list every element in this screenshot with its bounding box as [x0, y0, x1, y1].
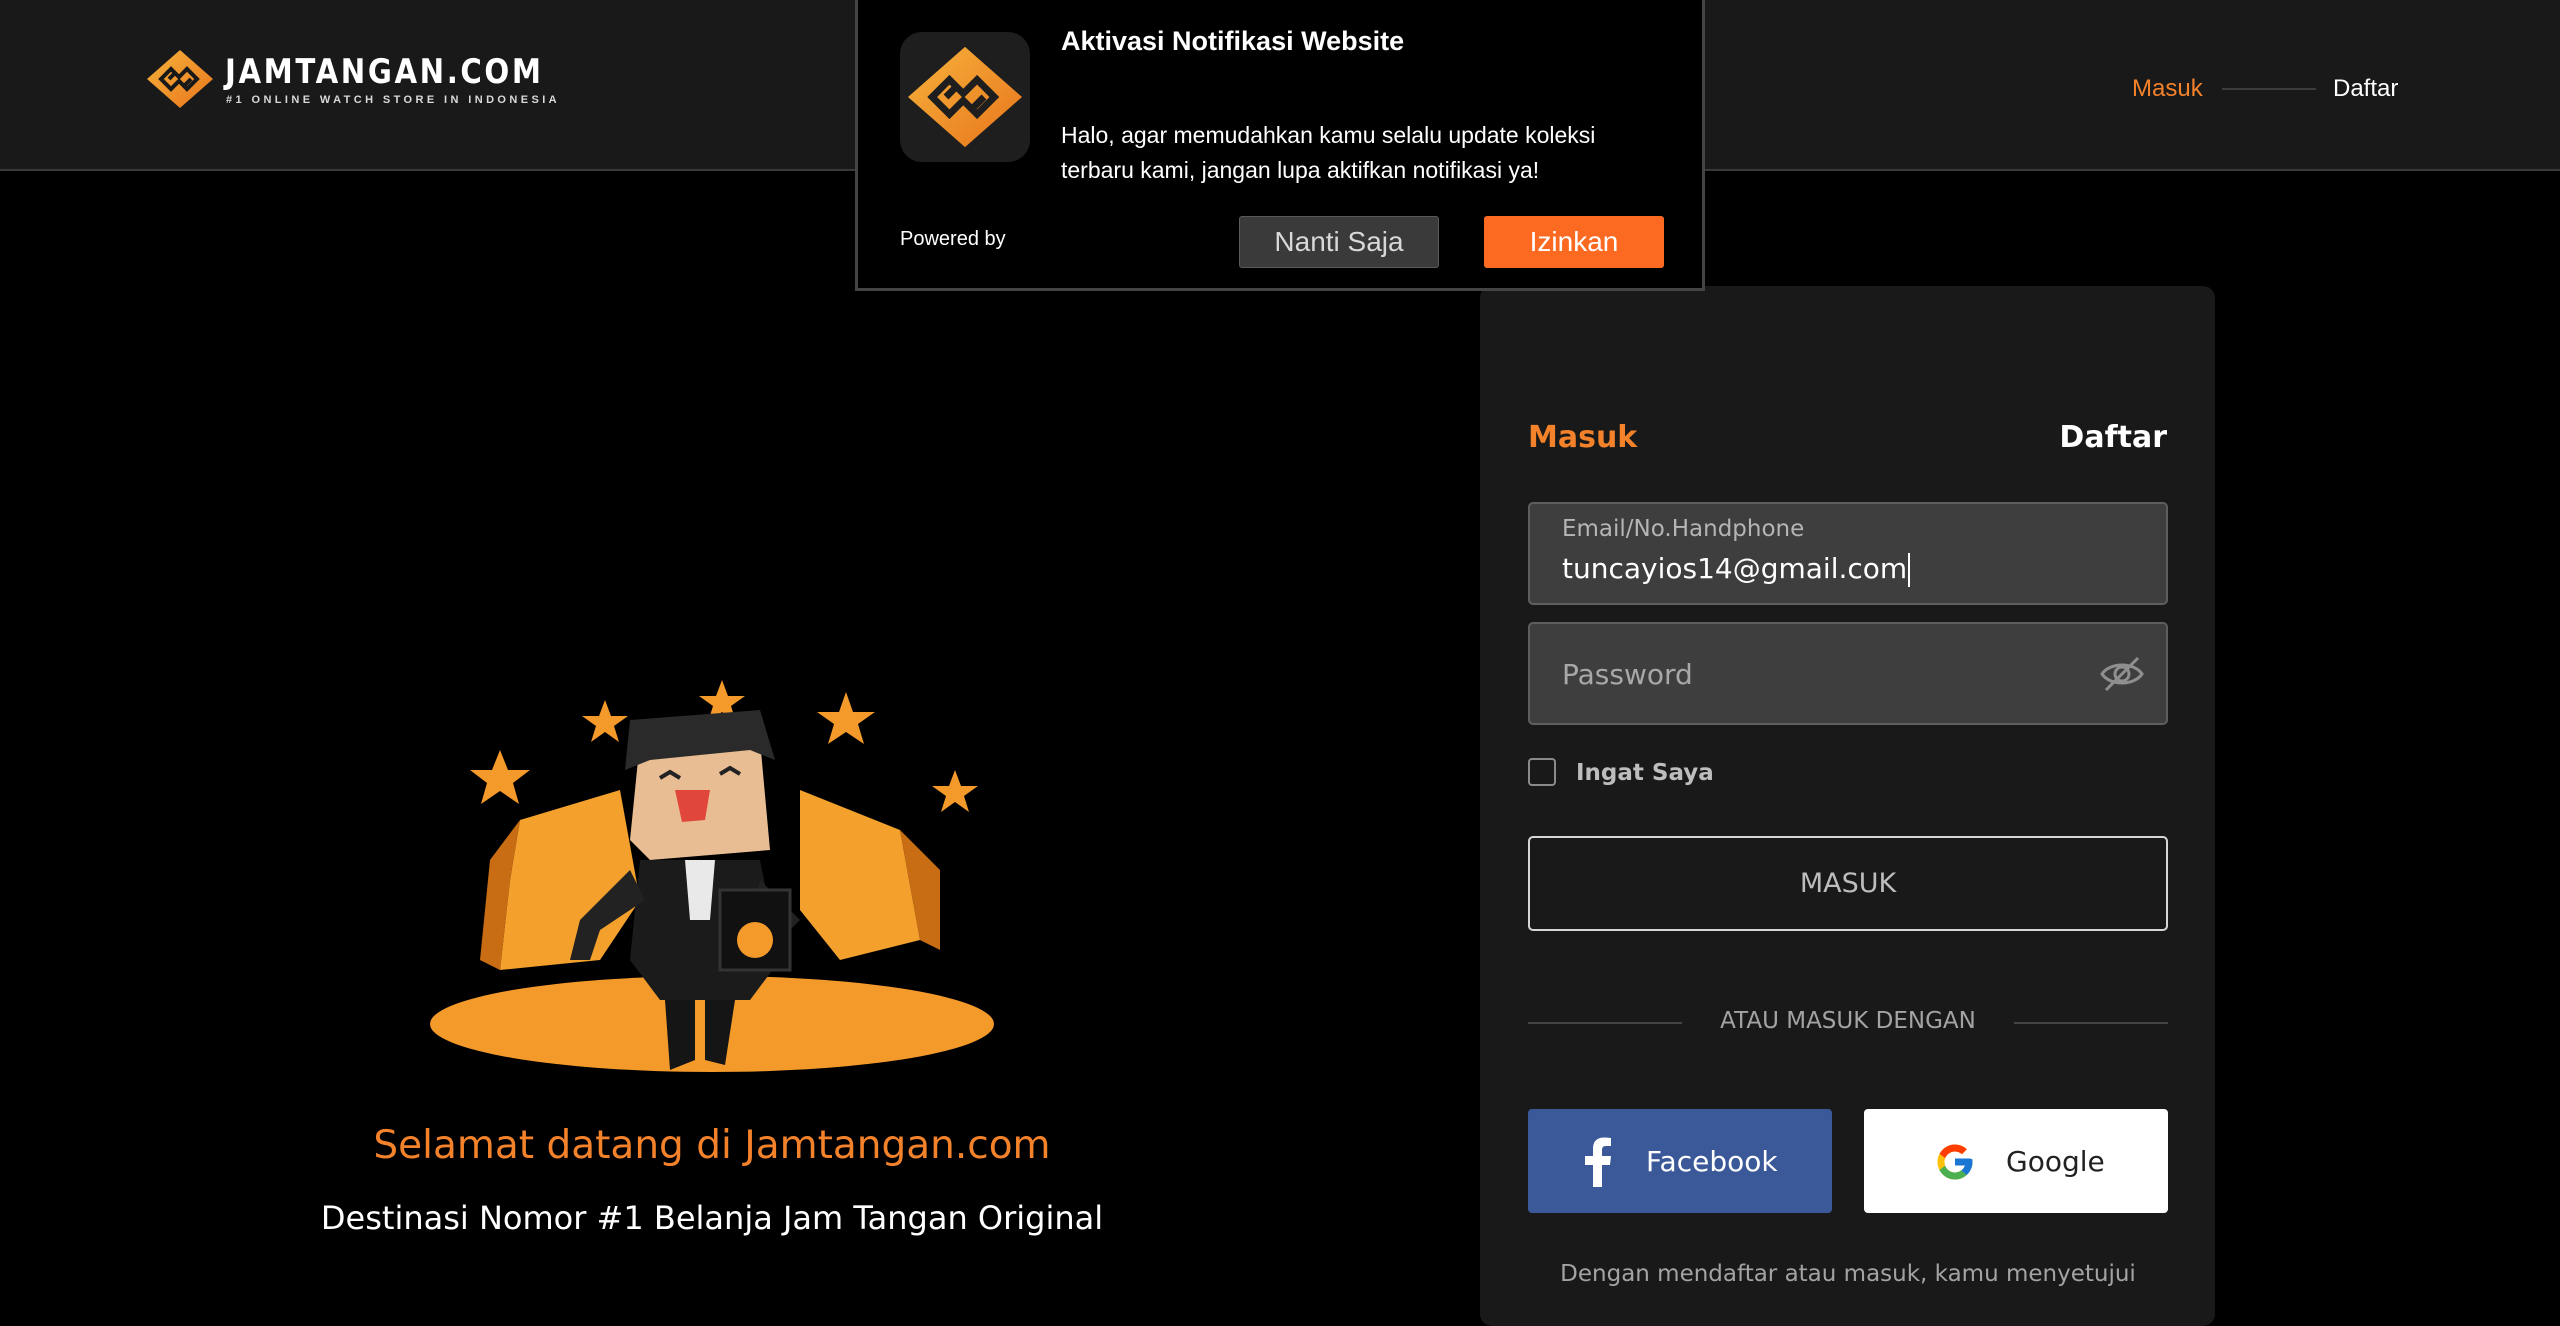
login-card: Masuk Daftar Email/No.Handphone tuncayio…	[1480, 286, 2215, 1326]
google-login-button[interactable]: Google	[1864, 1109, 2168, 1213]
logo-tagline: #1 ONLINE WATCH STORE IN INDONESIA	[226, 94, 560, 106]
remember-me-checkbox[interactable]	[1528, 758, 1556, 786]
nav-login-link[interactable]: Masuk	[2132, 75, 2203, 103]
powered-by-text: Powered by	[900, 228, 1006, 250]
jamtangan-logo-icon	[147, 50, 213, 108]
notification-app-icon	[900, 32, 1030, 162]
password-field[interactable]: Password	[1528, 622, 2168, 725]
welcome-heading: Selamat datang di Jamtangan.com	[373, 1123, 1051, 1168]
login-submit-button[interactable]: MASUK	[1528, 836, 2168, 931]
or-login-with-text: ATAU MASUK DENGAN	[1720, 1008, 1976, 1034]
facebook-button-label: Facebook	[1646, 1145, 1778, 1178]
email-field-label: Email/No.Handphone	[1562, 516, 1805, 542]
tab-login[interactable]: Masuk	[1528, 420, 1637, 455]
google-button-label: Google	[2006, 1145, 2105, 1178]
tab-register[interactable]: Daftar	[2059, 420, 2167, 455]
remember-me-label[interactable]: Ingat Saya	[1576, 760, 1714, 786]
email-field-value: tuncayios14@gmail.com	[1562, 552, 1908, 585]
jamtangan-logo-icon	[908, 46, 1022, 148]
text-caret	[1908, 553, 1911, 587]
mascot-illustration	[430, 680, 994, 1072]
facebook-icon	[1585, 1137, 1611, 1187]
notification-permission-popup: Aktivasi Notifikasi Website Halo, agar m…	[855, 0, 1705, 291]
facebook-login-button[interactable]: Facebook	[1528, 1109, 1832, 1213]
google-icon	[1937, 1144, 1973, 1180]
divider-left	[1528, 1022, 1682, 1024]
right-block	[800, 790, 920, 960]
star-icon	[817, 692, 875, 744]
logo-wordmark: JAMTANGAN.COM	[225, 52, 544, 92]
notification-later-button[interactable]: Nanti Saja	[1239, 216, 1439, 268]
star-icon	[932, 770, 978, 812]
divider-right	[2014, 1022, 2168, 1024]
email-field[interactable]: Email/No.Handphone tuncayios14@gmail.com	[1528, 502, 2168, 605]
site-logo[interactable]: JAMTANGAN.COM #1 ONLINE WATCH STORE IN I…	[147, 50, 557, 110]
terms-text: Dengan mendaftar atau masuk, kamu menyet…	[1560, 1261, 2136, 1287]
nav-register-link[interactable]: Daftar	[2333, 75, 2398, 103]
notification-title: Aktivasi Notifikasi Website	[1061, 26, 1405, 56]
nav-divider	[2222, 88, 2316, 90]
star-icon	[470, 750, 530, 804]
left-block	[500, 790, 640, 970]
password-placeholder: Password	[1562, 658, 1693, 691]
welcome-subtitle: Destinasi Nomor #1 Belanja Jam Tangan Or…	[320, 1199, 1104, 1237]
notification-body: Halo, agar memudahkan kamu selalu update…	[1061, 122, 1596, 183]
star-icon	[582, 700, 628, 742]
notification-allow-button[interactable]: Izinkan	[1484, 216, 1664, 268]
eye-slash-icon[interactable]	[2098, 654, 2146, 694]
